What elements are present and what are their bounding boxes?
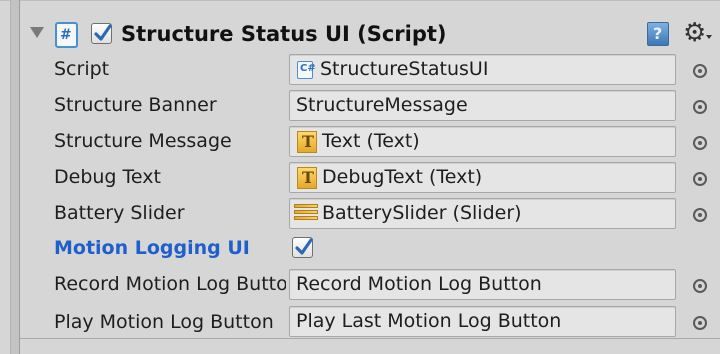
battery-slider-value: BatterySlider (Slider) [322,202,522,224]
foldout-triangle-down-icon[interactable] [30,27,44,38]
structure-banner-object-picker-icon[interactable] [693,100,707,114]
record-motion-log-button-label: Record Motion Log Button [54,273,286,295]
structure-message-field[interactable]: T Text (Text) [289,126,676,157]
debug-text-label: Debug Text [54,166,161,188]
debug-text-object-picker-icon[interactable] [693,172,707,186]
csharp-script-icon: # [55,22,78,48]
play-motion-log-object-picker-icon[interactable] [693,316,707,330]
motion-logging-ui-checkbox[interactable] [292,237,313,258]
debug-text-value: DebugText (Text) [322,166,483,188]
help-book-icon[interactable]: ? [647,22,669,46]
battery-slider-label: Battery Slider [54,202,185,224]
checkmark-icon [94,24,112,41]
motion-logging-ui-label: Motion Logging UI [54,237,250,259]
structure-banner-label: Structure Banner [54,94,217,116]
script-object-picker-icon[interactable] [693,64,707,78]
slider-component-icon [294,204,318,224]
gear-icon[interactable]: ⚙ [683,20,706,46]
component-enabled-checkbox[interactable] [91,23,112,44]
structure-message-object-picker-icon[interactable] [693,136,707,150]
play-motion-log-button-field[interactable]: Play Last Motion Log Button [289,306,676,337]
text-component-icon: T [297,167,317,189]
battery-slider-field[interactable]: BatterySlider (Slider) [289,198,676,229]
checkmark-icon [295,238,313,255]
text-component-icon: T [297,131,317,153]
inspector-left-gutter [10,0,20,354]
structure-message-label: Structure Message [54,130,232,152]
script-field[interactable]: C# StructureStatusUI [289,54,676,85]
structure-message-value: Text (Text) [322,130,420,152]
csharp-script-icon: C# [297,61,316,79]
record-motion-log-button-field[interactable]: Record Motion Log Button [289,269,676,300]
play-motion-log-button-label: Play Motion Log Button [54,311,274,333]
script-label: Script [54,58,110,80]
battery-slider-object-picker-icon[interactable] [693,208,707,222]
play-motion-log-button-value: Play Last Motion Log Button [296,310,562,332]
structure-banner-value: StructureMessage [296,94,468,116]
debug-text-field[interactable]: T DebugText (Text) [289,162,676,193]
component-bottom-divider [20,338,720,339]
gear-dropdown-caret-icon[interactable] [706,35,712,39]
top-divider [0,0,720,1]
structure-banner-field[interactable]: StructureMessage [289,90,676,121]
component-title[interactable]: Structure Status UI (Script) [121,22,447,46]
record-motion-log-button-value: Record Motion Log Button [296,273,542,295]
record-motion-log-object-picker-icon[interactable] [693,279,707,293]
script-value: StructureStatusUI [320,58,489,80]
